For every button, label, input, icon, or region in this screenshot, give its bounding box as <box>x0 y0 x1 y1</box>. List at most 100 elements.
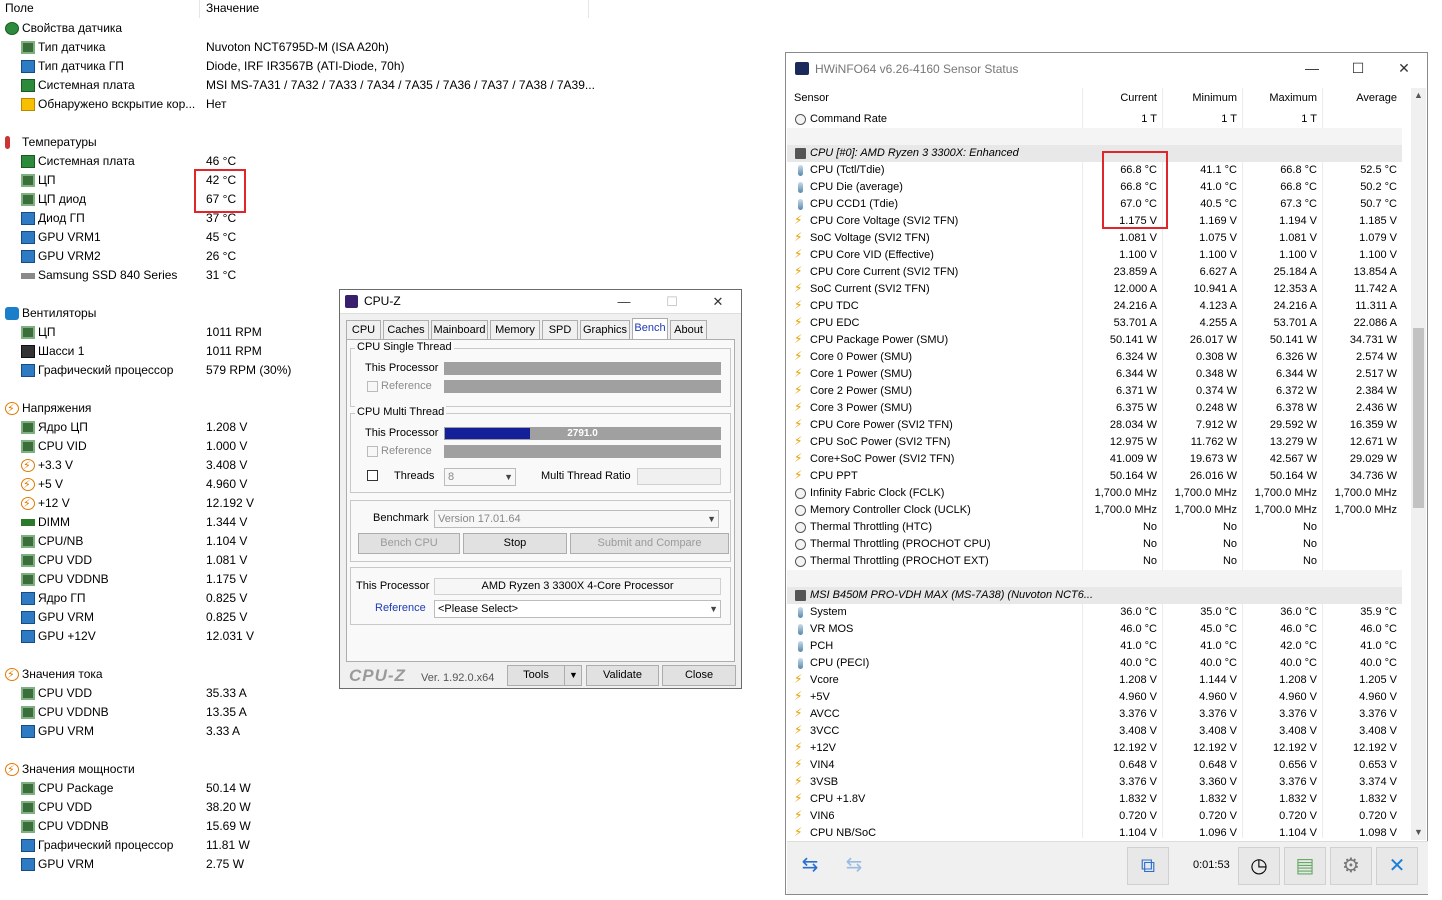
sensor-row[interactable]: VIN4 0.648 V 0.648 V 0.656 V 0.653 V <box>787 756 1402 774</box>
reference-select[interactable]: <Please Select> ▼ <box>434 600 721 618</box>
sensor-row[interactable]: SoC Voltage (SVI2 TFN) 1.081 V 1.075 V 1.08… <box>787 229 1402 247</box>
sensor-row[interactable]: CPU Core VID (Effective) 1.100 V 1.100 V 1.… <box>787 246 1402 264</box>
clock-icon[interactable]: ◷ <box>1238 847 1280 885</box>
navigate-arrows-icon[interactable]: ⇆ <box>791 847 829 885</box>
tab-graphics[interactable]: Graphics <box>580 320 630 340</box>
sensor-row[interactable]: CPU PPT 50.164 W 26.016 W 50.164 W 34.736 W <box>787 467 1402 485</box>
sensor-row[interactable]: CPU Core Power (SVI2 TFN) 28.034 W 7.912 W… <box>787 416 1402 434</box>
sensor-row[interactable]: Core 1 Power (SMU) 6.344 W 0.348 W 6.344 W 2… <box>787 365 1402 383</box>
sensor-row[interactable]: CPU CCD1 (Tdie) 67.0 °C 40.5 °C 67.3 °C 50.7… <box>787 196 1402 213</box>
sensor-row[interactable]: CPU Core Current (SVI2 TFN) 23.859 A 6.627… <box>787 263 1402 281</box>
tab-cpu[interactable]: CPU <box>346 320 381 340</box>
chevron-down-icon[interactable]: ▼ <box>564 666 582 685</box>
sensor-row[interactable]: CPU SoC Power (SVI2 TFN) 12.975 W 11.762 W… <box>787 433 1402 451</box>
bolt-icon <box>794 705 806 722</box>
stop-button[interactable]: Stop <box>463 533 567 554</box>
sensor-row[interactable]: Memory Controller Clock (UCLK) 1,700.0 MH… <box>787 502 1402 519</box>
column-divider[interactable] <box>199 0 200 18</box>
scrollbar-thumb[interactable] <box>1413 328 1424 508</box>
sensor-row[interactable]: Infinity Fabric Clock (FCLK) 1,700.0 MHz 1… <box>787 485 1402 502</box>
value-min: 19.673 W <box>1189 453 1237 465</box>
sensor-row[interactable]: VIN6 0.720 V 0.720 V 0.720 V 0.720 V <box>787 807 1402 825</box>
column-header-field[interactable]: Поле <box>5 0 34 18</box>
scroll-up-icon[interactable]: ▲ <box>1411 88 1426 103</box>
sensor-row[interactable]: CPU (PECI) 40.0 °C 40.0 °C 40.0 °C 40.0 °C <box>787 655 1402 672</box>
tab-caches[interactable]: Caches <box>383 320 429 340</box>
hwinfo-titlebar[interactable]: HWiNFO64 v6.26-4160 Sensor Status — ☐ ✕ <box>786 53 1427 84</box>
sensor-row[interactable]: Thermal Throttling (PROCHOT EXT) No No No <box>787 553 1402 570</box>
sensor-row[interactable]: +12V 12.192 V 12.192 V 12.192 V 12.192 V <box>787 739 1402 757</box>
close-icon[interactable]: ✕ <box>695 290 741 314</box>
network-icon[interactable]: ⧉ <box>1127 847 1169 885</box>
scroll-down-icon[interactable]: ▼ <box>1411 825 1426 840</box>
sensor-row[interactable]: Command Rate 1 T 1 T 1 T <box>787 111 1402 128</box>
tools-button[interactable]: Tools ▼ <box>507 665 582 686</box>
sensor-row[interactable]: PCH 41.0 °C 41.0 °C 42.0 °C 41.0 °C <box>787 638 1402 655</box>
report-icon[interactable]: ▤ <box>1284 847 1326 885</box>
sensor-row[interactable]: Core+SoC Power (SVI2 TFN) 41.009 W 19.673 … <box>787 450 1402 468</box>
sensor-row[interactable]: CPU Die (average) 66.8 °C 41.0 °C 66.8 °C 50… <box>787 179 1402 196</box>
column-average[interactable]: Average <box>1325 92 1397 104</box>
tab-bench[interactable]: Bench <box>632 318 668 340</box>
minimize-button[interactable]: — <box>1289 53 1335 84</box>
single-reference-checkbox[interactable] <box>367 381 378 392</box>
threads-select[interactable]: 8 ▼ <box>444 468 516 486</box>
validate-button[interactable]: Validate <box>586 665 659 686</box>
column-divider[interactable] <box>588 0 589 18</box>
bench-cpu-button[interactable]: Bench CPU <box>358 533 460 554</box>
bolt-icon <box>794 756 806 773</box>
column-current[interactable]: Current <box>1085 92 1157 104</box>
cpuz-titlebar[interactable]: CPU-Z — ☐ ✕ <box>340 290 741 314</box>
column-maximum[interactable]: Maximum <box>1245 92 1317 104</box>
gear-icon[interactable]: ⚙ <box>1330 847 1372 885</box>
sensor-row[interactable]: SoC Current (SVI2 TFN) 12.000 A 10.941 A 12… <box>787 280 1402 298</box>
maximize-button[interactable]: ☐ <box>649 290 695 314</box>
multi-reference-checkbox[interactable] <box>367 446 378 457</box>
sensor-row[interactable]: CPU NB/SoC 1.104 V 1.096 V 1.104 V 1.098 V <box>787 824 1402 842</box>
sensor-row[interactable]: CPU Package Power (SMU) 50.141 W 26.017 W 5… <box>787 331 1402 349</box>
maximize-button[interactable]: ☐ <box>1335 53 1381 84</box>
reference-link[interactable]: Reference <box>375 602 426 614</box>
sensor-row[interactable]: CPU (Tctl/Tdie) 66.8 °C 41.1 °C 66.8 °C 52.5… <box>787 162 1402 179</box>
monitor-icon <box>21 592 35 605</box>
sensor-row[interactable]: Thermal Throttling (HTC) No No No <box>787 519 1402 536</box>
submit-compare-button[interactable]: Submit and Compare <box>570 533 729 554</box>
close-icon[interactable]: ✕ <box>1376 847 1418 885</box>
vertical-scrollbar[interactable]: ▲ ▼ <box>1411 88 1426 840</box>
column-sensor[interactable]: Sensor <box>794 92 829 104</box>
tab-memory[interactable]: Memory <box>490 320 540 340</box>
close-icon[interactable]: ✕ <box>1381 53 1427 84</box>
sensor-row[interactable]: Thermal Throttling (PROCHOT CPU) No No No <box>787 536 1402 553</box>
sensor-group-header[interactable]: MSI B450M PRO-VDH MAX (MS-7A38) (Nuvoton… <box>787 587 1402 604</box>
thermometer-icon <box>798 199 803 210</box>
threads-checkbox[interactable] <box>367 470 378 481</box>
sensor-row[interactable]: Core 3 Power (SMU) 6.375 W 0.248 W 6.378 W 2… <box>787 399 1402 417</box>
close-button[interactable]: Close <box>662 665 736 686</box>
sensor-row[interactable]: CPU +1.8V 1.832 V 1.832 V 1.832 V 1.832 V <box>787 790 1402 808</box>
value-min: 1.100 V <box>1199 249 1237 261</box>
tab-spd[interactable]: SPD <box>542 320 578 340</box>
sensor-row[interactable]: +5V 4.960 V 4.960 V 4.960 V 4.960 V <box>787 688 1402 706</box>
column-minimum[interactable]: Minimum <box>1165 92 1237 104</box>
sensor-group-header[interactable]: CPU [#0]: AMD Ryzen 3 3300X: Enhanced <box>787 145 1402 162</box>
sensor-label: CPU VDD <box>38 686 93 700</box>
sensor-row[interactable]: 3VSB 3.376 V 3.360 V 3.376 V 3.374 V <box>787 773 1402 791</box>
sensor-row[interactable]: AVCC 3.376 V 3.376 V 3.376 V 3.376 V <box>787 705 1402 723</box>
tab-mainboard[interactable]: Mainboard <box>431 320 488 340</box>
sensor-row[interactable]: CPU Core Voltage (SVI2 TFN)1.175 V1.169 … <box>787 212 1402 230</box>
value-max: 13.279 W <box>1269 436 1317 448</box>
sensor-row[interactable]: Core 2 Power (SMU) 6.371 W 0.374 W 6.372 W 2… <box>787 382 1402 400</box>
sensor-row[interactable]: VR MOS 46.0 °C 45.0 °C 46.0 °C 46.0 °C <box>787 621 1402 638</box>
sensor-row[interactable]: CPU TDC 24.216 A 4.123 A 24.216 A 11.311 A <box>787 297 1402 315</box>
navigate-arrows-disabled-icon[interactable]: ⇆ <box>835 847 873 885</box>
benchmark-version-select[interactable]: Version 17.01.64 ▼ <box>434 510 719 528</box>
sensor-row[interactable]: Vcore 1.208 V 1.144 V 1.208 V 1.205 V <box>787 671 1402 689</box>
tab-about[interactable]: About <box>670 320 707 340</box>
sensor-row[interactable]: 3VCC 3.408 V 3.408 V 3.408 V 3.408 V <box>787 722 1402 740</box>
sensor-row[interactable]: Core 0 Power (SMU) 6.324 W 0.308 W 6.326 W 2… <box>787 348 1402 366</box>
sensor-row[interactable]: System 36.0 °C 35.0 °C 36.0 °C 35.9 °C <box>787 604 1402 621</box>
minimize-button[interactable]: — <box>601 290 647 314</box>
sensor-value: 15.69 W <box>206 819 251 833</box>
sensor-row[interactable]: CPU EDC 53.701 A 4.255 A 53.701 A 22.086 A <box>787 314 1402 332</box>
column-header-value[interactable]: Значение <box>206 0 259 18</box>
